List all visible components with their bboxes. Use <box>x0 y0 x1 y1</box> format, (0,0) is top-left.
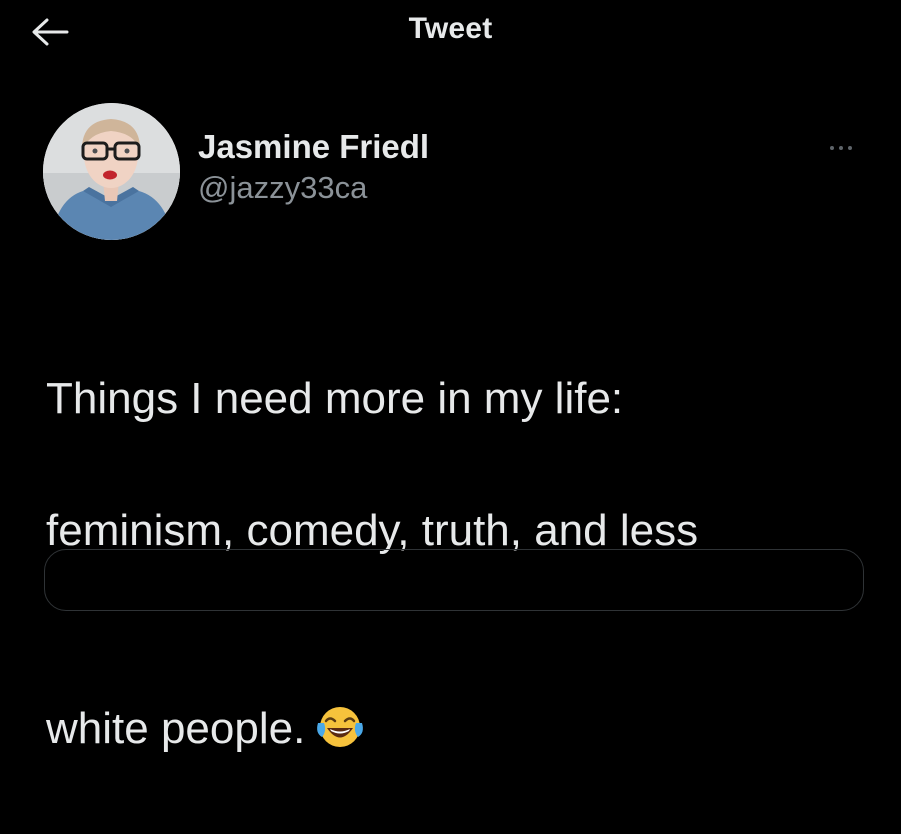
profile-photo <box>43 103 180 240</box>
tweet-line: white people. <box>46 704 306 753</box>
more-options-icon <box>830 146 834 150</box>
page-title: Tweet <box>408 12 493 45</box>
avatar[interactable] <box>43 103 180 240</box>
top-bar: Tweet <box>0 0 901 64</box>
more-options-button[interactable] <box>818 136 864 160</box>
more-options-dot <box>839 146 843 150</box>
author-handle[interactable]: @jazzy33ca <box>198 168 429 208</box>
reply-composer-card[interactable] <box>44 549 864 611</box>
tweet-line: Things I need more in my life: <box>46 374 624 423</box>
author-info: Jasmine Friedl @jazzy33ca <box>198 128 429 208</box>
author-display-name[interactable]: Jasmine Friedl <box>198 128 429 166</box>
face-with-tears-of-joy-icon <box>315 702 365 768</box>
tweet-line-last: white people. <box>46 630 876 768</box>
more-options-dot <box>848 146 852 150</box>
